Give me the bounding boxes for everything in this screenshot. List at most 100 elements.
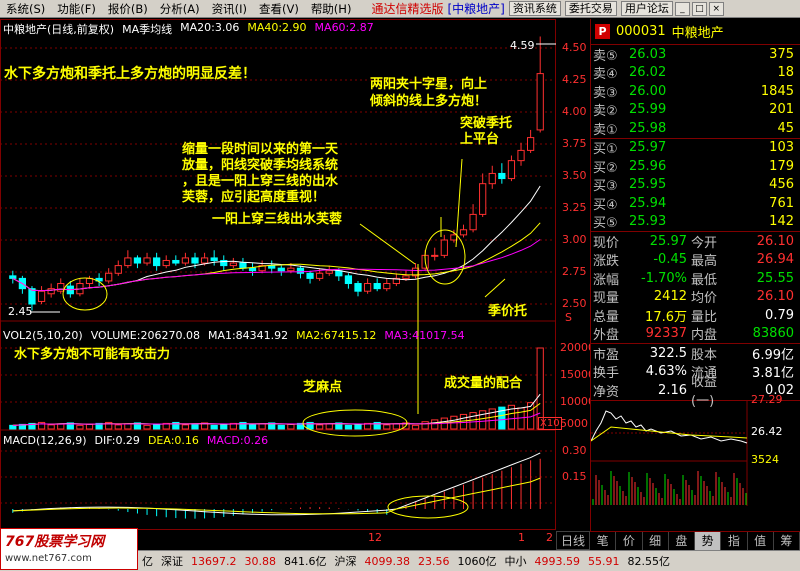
order-price: 25.93 [629, 214, 667, 230]
vol-value: VOLUME:206270.08 [90, 329, 200, 342]
candle-up [526, 137, 535, 151]
forum-button[interactable]: 用户论坛 [620, 1, 673, 16]
zx-change: 55.91 [588, 554, 620, 568]
sell-row[interactable]: 卖① 25.98 45 [591, 119, 800, 138]
stat-row: 市盈 322.5 股本 6.99亿 [591, 344, 800, 363]
buy-row[interactable]: 买③ 25.95 456 [591, 176, 800, 194]
sell-row[interactable]: 卖② 25.99 201 [591, 101, 800, 120]
order-volume: 761 [769, 195, 794, 211]
volume-bar [277, 424, 285, 430]
quote-tab[interactable]: 势 [695, 532, 722, 550]
order-label: 买① [593, 142, 618, 158]
annotation-lotus: 一阳上穿三线出水芙蓉 [212, 212, 343, 227]
menu-quote[interactable]: 报价(B) [102, 1, 154, 17]
menu-info[interactable]: 资讯(I) [206, 1, 253, 17]
volume-title-bar: VOL2(5,10,20) VOLUME:206270.08 MA1:84341… [3, 329, 465, 342]
minimize-button[interactable]: _ [674, 1, 690, 16]
candle-up [181, 257, 190, 264]
quote-tab[interactable]: 价 [616, 532, 643, 550]
dea-line [12, 477, 541, 515]
order-label: 卖② [593, 104, 618, 120]
stat-value: 26.10 [756, 289, 794, 305]
macd-dea: DEA:0.16 [147, 434, 199, 447]
quote-tab[interactable]: 筹 [774, 532, 800, 550]
mini-tick: 3524 [751, 452, 779, 466]
quote-tab[interactable]: 值 [748, 532, 774, 550]
stat-label: 外盘 [593, 328, 620, 344]
stat-value: 0.79 [765, 307, 794, 323]
quote-tab[interactable]: 盘 [669, 532, 695, 550]
order-price: 25.99 [629, 102, 667, 118]
quote-header: P 000031 中粮地产 [591, 19, 800, 45]
close-button[interactable]: × [708, 1, 724, 16]
stat-label: 换手 [593, 366, 620, 382]
menu-function[interactable]: 功能(F) [51, 1, 102, 17]
sell-row[interactable]: 卖④ 26.02 18 [591, 64, 800, 82]
ma60-label: MA60:2.87 [314, 21, 374, 34]
candle-up [479, 183, 487, 215]
quote-tab[interactable]: 指 [721, 532, 748, 550]
candle-down [133, 257, 142, 264]
hs-label: 沪深 [334, 555, 357, 568]
order-volume: 45 [777, 120, 794, 136]
stat-row: 外盘 92337 内盘 83860 [591, 325, 800, 344]
stat-label: 内盘 [691, 328, 718, 344]
candle-down [277, 267, 285, 272]
hs-change: 23.56 [418, 554, 450, 568]
stat-row: 总量 17.6万 量比 0.79 [591, 306, 800, 325]
candle-up [507, 160, 516, 180]
status-prefix: 亿 [142, 555, 153, 568]
vol-ma2: MA2:67415.12 [296, 329, 377, 342]
order-price: 26.00 [629, 83, 667, 99]
quote-tab[interactable]: 笔 [590, 532, 617, 550]
stat-row: 现量 2412 均价 26.10 [591, 288, 800, 306]
volume-bar [325, 423, 333, 430]
quote-stats-2: 市盈 322.5 股本 6.99亿 换手 4.63% 流通 3.81亿 净资 2.16 收益(一) 0… [591, 344, 800, 410]
menu-help[interactable]: 帮助(H) [305, 1, 358, 17]
buy-row[interactable]: 买④ 25.94 761 [591, 194, 800, 213]
stat-value: 4.63% [645, 364, 687, 380]
menu-analysis[interactable]: 分析(A) [154, 1, 206, 17]
mini-chart[interactable]: 27.29 26.42 3524 [590, 393, 800, 506]
stat-value: 92337 [645, 326, 687, 342]
buy-row[interactable]: 买① 25.97 103 [591, 139, 800, 158]
ytick-kline: 4.25 [562, 73, 587, 86]
annotation-ma-support: 季价托 [488, 304, 528, 319]
order-price: 26.03 [629, 46, 667, 62]
sell-orders: 卖⑤ 26.03 375 卖④ 26.02 18 卖③ 26.00 1845 卖② 25.99 201… [591, 45, 800, 138]
macd-value: MACD:0.26 [206, 434, 269, 447]
maximize-button[interactable]: □ [691, 1, 707, 16]
volume-bar [47, 424, 55, 430]
order-volume: 18 [777, 65, 794, 81]
trade-button[interactable]: 委托交易 [564, 1, 617, 16]
stat-label: 总量 [593, 309, 620, 325]
volume-bar [459, 413, 468, 430]
ellipse-sesame-points [302, 409, 408, 437]
menu-system[interactable]: 系统(S) [0, 1, 51, 17]
sell-row[interactable]: 卖③ 26.00 1845 [591, 82, 800, 101]
stat-value: 17.6万 [645, 309, 687, 325]
buy-row[interactable]: 买⑤ 25.93 142 [591, 213, 800, 231]
sell-row[interactable]: 卖⑤ 26.03 375 [591, 45, 800, 64]
stat-value: 25.55 [756, 270, 794, 286]
high-price-label: 4.59 [510, 39, 535, 52]
order-volume: 456 [769, 177, 794, 193]
quote-tab[interactable]: 细 [643, 532, 669, 550]
tab-daily[interactable]: 日线 [556, 531, 590, 550]
candle-down [344, 275, 353, 285]
menu-view[interactable]: 查看(V) [253, 1, 305, 17]
app-brand: 通达信精选版 [371, 2, 444, 16]
candle-up [325, 270, 333, 274]
p-badge[interactable]: P [595, 24, 610, 39]
candle-up [469, 213, 477, 231]
zx-value: 4993.59 [534, 554, 581, 568]
candle-up [57, 283, 65, 292]
info-system-button[interactable]: 资讯系统 [508, 1, 561, 16]
mini-tick: 26.42 [751, 424, 783, 438]
candle-up [124, 257, 132, 267]
quote-stats: 现价 25.97 今开 26.10 涨跌 -0.45 最高 26.94 涨幅 -1.70% 最低 25… [591, 232, 800, 344]
volume-bar [421, 421, 429, 430]
buy-row[interactable]: 买② 25.96 179 [591, 157, 800, 176]
order-price: 26.02 [629, 65, 667, 81]
chart-area[interactable]: 中粮地产(日线,前复权) MA季均线 MA20:3.06 MA40:2.90 M… [0, 19, 595, 550]
